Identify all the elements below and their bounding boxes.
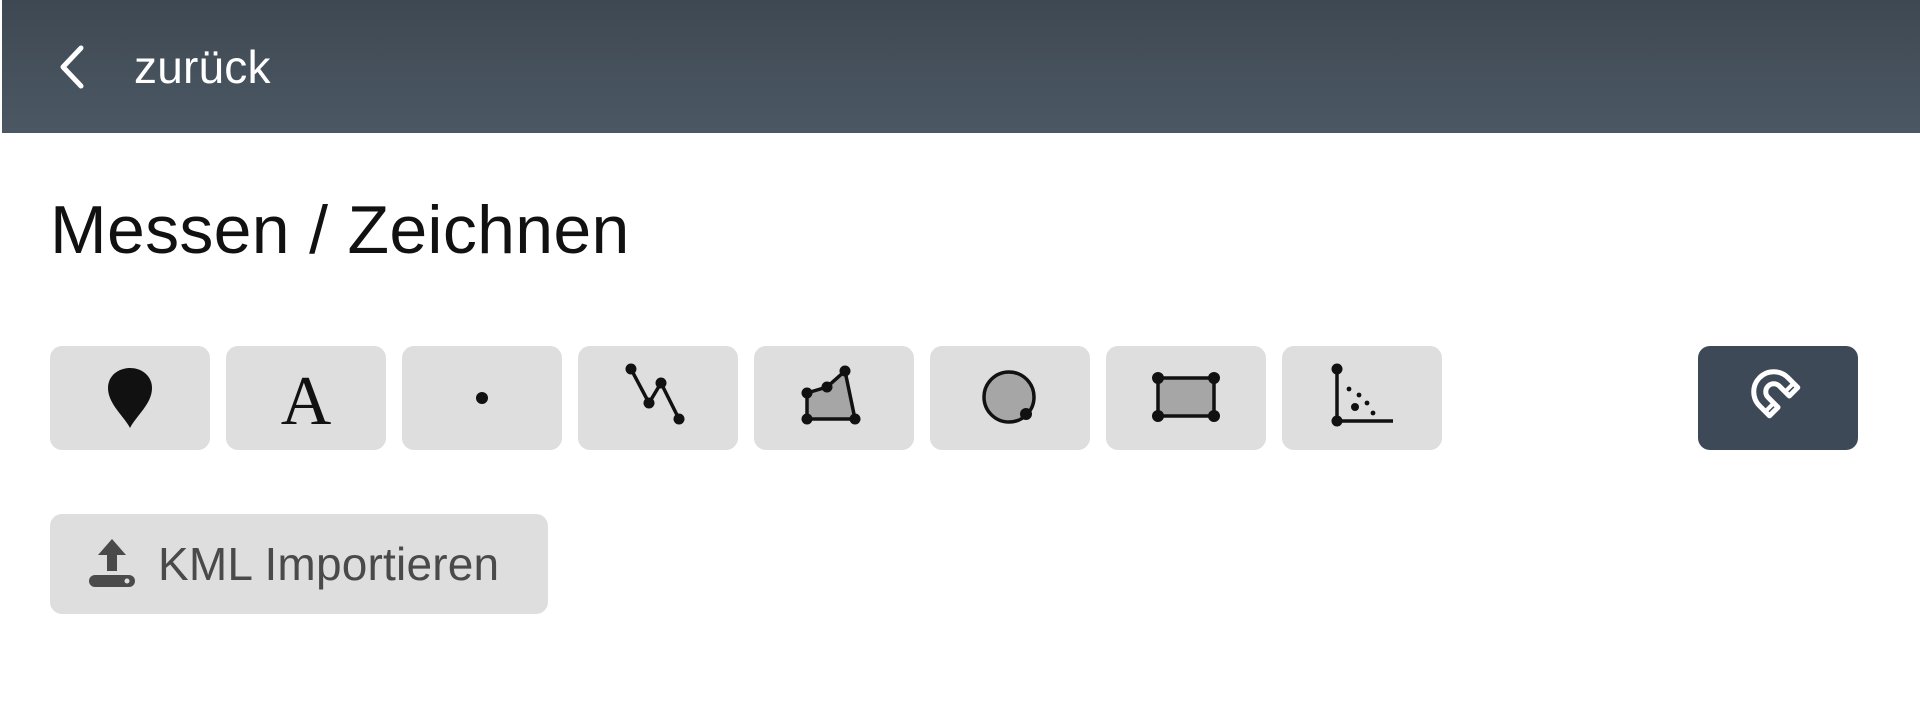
line-tool-button[interactable] [578,346,738,450]
point-tool-button[interactable] [402,346,562,450]
back-label: zurück [134,40,271,93]
polygon-tool-button[interactable] [754,346,914,450]
marker-tool-button[interactable] [50,346,210,450]
text-a-icon: A [271,366,341,430]
top-bar: zurück [2,0,1920,133]
upload-icon [86,536,138,592]
page-title: Messen / Zeichnen [50,192,630,268]
polyline-icon [623,363,693,433]
rectangle-tool-button[interactable] [1106,346,1266,450]
point-icon [472,388,492,408]
rectangle-icon [1150,370,1222,426]
angle-tool-button[interactable] [1282,346,1442,450]
map-pin-icon [106,366,154,430]
circle-tool-button[interactable] [930,346,1090,450]
snap-toggle-button[interactable] [1698,346,1858,450]
kml-import-button[interactable]: KML Importieren [50,514,548,614]
circle-icon [978,366,1042,430]
magnet-icon [1742,360,1814,437]
back-button[interactable]: zurück [2,0,301,133]
text-a-glyph: A [281,366,332,430]
polygon-icon [799,363,869,433]
text-tool-button[interactable]: A [226,346,386,450]
chevron-left-icon [52,41,92,93]
angle-measure-icon [1327,363,1397,433]
kml-import-label: KML Importieren [158,538,500,590]
